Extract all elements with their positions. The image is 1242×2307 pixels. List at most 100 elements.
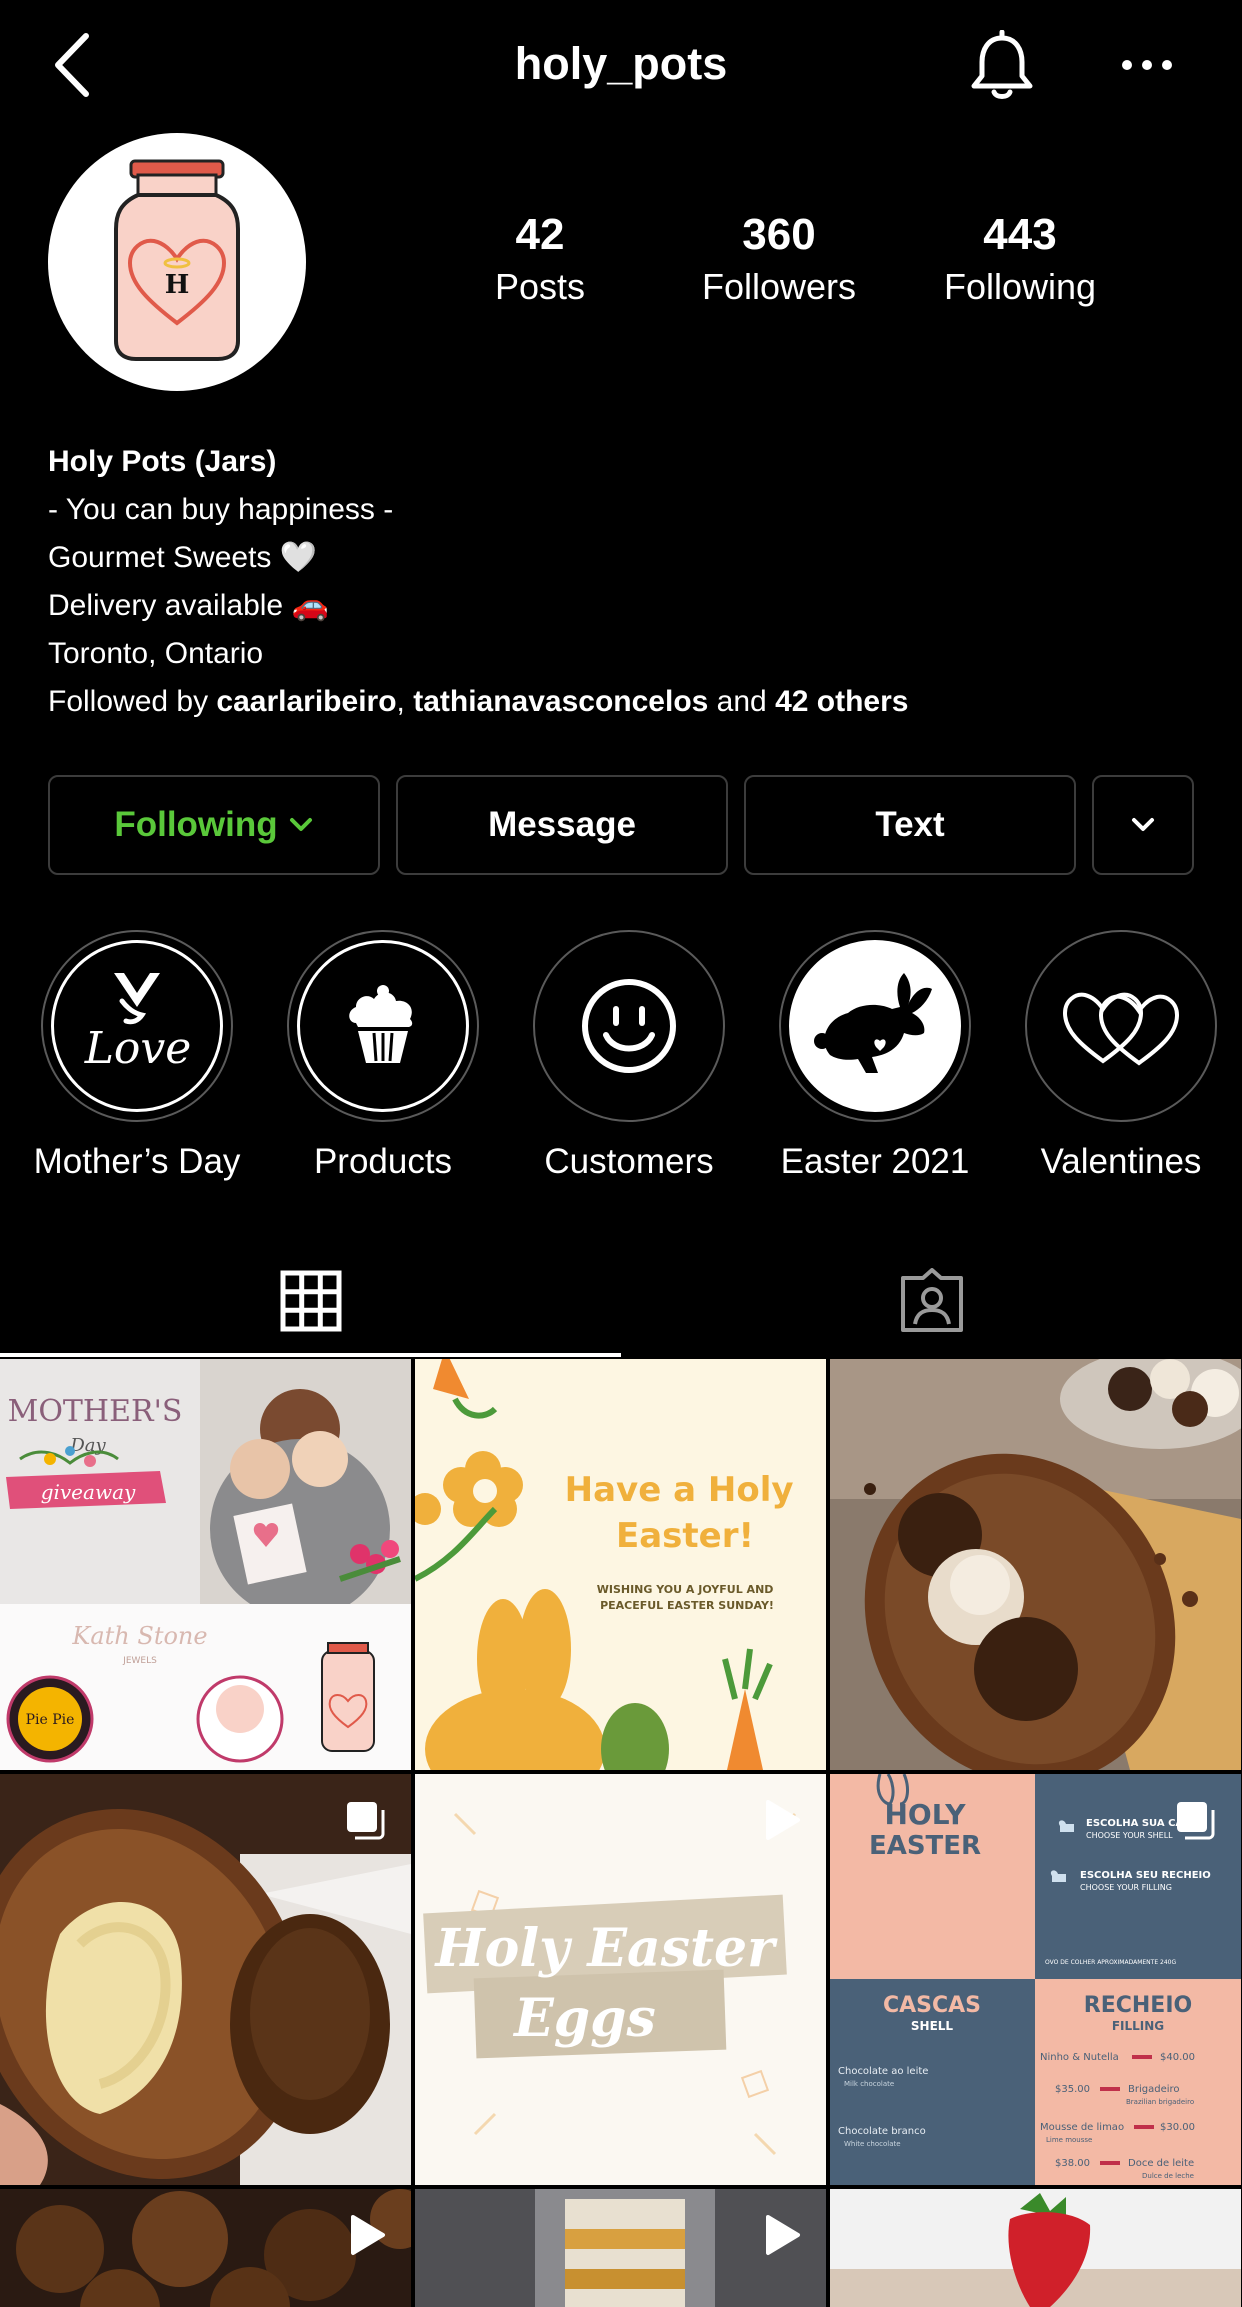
bio-line: Toronto, Ontario — [48, 637, 264, 670]
post-tile[interactable]: Have a Holy Easter! WISHING YOU A JOYFUL… — [415, 1359, 826, 1770]
smiley-icon — [582, 979, 676, 1073]
highlight-customers[interactable]: Customers — [519, 930, 739, 1182]
post-tile[interactable] — [0, 2189, 411, 2307]
tab-grid[interactable] — [0, 1245, 621, 1357]
highlight-valentines[interactable]: Valentines — [1011, 930, 1231, 1182]
highlight-cover — [543, 940, 715, 1112]
top-bar: holy_pots — [0, 0, 1242, 130]
post-tile[interactable] — [830, 2189, 1241, 2307]
svg-text:RECHEIO: RECHEIO — [1084, 1993, 1192, 2018]
svg-text:Holy Easter: Holy Easter — [434, 1918, 779, 1979]
text-button[interactable]: Text — [744, 775, 1076, 875]
stat-followers[interactable]: 360 Followers — [669, 210, 889, 308]
svg-text:H: H — [165, 270, 190, 300]
followers-label: Followers — [701, 266, 857, 307]
cupcake-icon — [349, 985, 413, 1063]
stat-following[interactable]: 443 Following — [910, 210, 1130, 308]
more-options-button[interactable] — [1120, 50, 1174, 80]
highlight-mothers-day[interactable]: Love Mother’s Day — [27, 930, 247, 1182]
follower-link[interactable]: tathianavasconcelos — [413, 685, 708, 718]
chevron-down-icon — [289, 818, 312, 831]
mothers-day-love-icon: Love — [84, 973, 191, 1074]
jar-heart-logo-icon: H — [114, 159, 240, 361]
highlight-ring — [1025, 930, 1217, 1122]
bio-line: - You can buy happiness - — [48, 493, 394, 526]
svg-text:$35.00: $35.00 — [1055, 2084, 1090, 2095]
svg-text:Kath Stone: Kath Stone — [71, 1622, 207, 1650]
svg-text:Eggs: Eggs — [512, 1988, 656, 2049]
posts-label: Posts — [494, 266, 586, 307]
tagged-person-icon — [900, 1268, 963, 1332]
highlight-label: Valentines — [1040, 1142, 1202, 1181]
play-icon — [766, 2215, 800, 2255]
post-holy-easter-greeting: Have a Holy Easter! WISHING YOU A JOYFUL… — [415, 1359, 826, 1770]
post-tile[interactable] — [830, 1359, 1241, 1770]
followed-by-prefix: Followed by — [48, 685, 217, 718]
highlight-products[interactable]: Products — [273, 930, 493, 1182]
post-tile[interactable]: MOTHER'S Day giveaway Kath Stone JEWELS … — [0, 1359, 411, 1770]
svg-text:JEWELS: JEWELS — [122, 1656, 157, 1666]
followers-count: 360 — [742, 210, 816, 259]
following-button-label: Following — [114, 805, 278, 844]
post-tile[interactable]: HOLY EASTER ESCOLHA SUA CASCA CHOOSE YOU… — [830, 1774, 1241, 2185]
active-tab-indicator — [0, 1353, 621, 1357]
profile-avatar[interactable]: H — [48, 133, 306, 391]
highlight-ring — [779, 930, 971, 1122]
post-tile[interactable] — [415, 2189, 826, 2307]
svg-text:Brigadeiro: Brigadeiro — [1128, 2084, 1180, 2095]
play-icon — [766, 1800, 800, 1840]
svg-text:Ninho & Nutella: Ninho & Nutella — [1040, 2052, 1119, 2063]
highlight-cover — [1035, 940, 1207, 1112]
svg-text:OVO DE COLHER APROXIMADAMENTE: OVO DE COLHER APROXIMADAMENTE 240G — [1045, 1959, 1176, 1966]
video-badge — [343, 2213, 387, 2262]
highlight-easter-2021[interactable]: Easter 2021 — [765, 930, 985, 1182]
video-badge — [758, 1798, 802, 1847]
play-icon — [351, 2215, 385, 2255]
bio-line: Delivery available 🚗 — [48, 589, 329, 622]
stat-posts[interactable]: 42 Posts — [430, 210, 650, 308]
svg-text:Dulce de leche: Dulce de leche — [1142, 2172, 1194, 2180]
video-badge — [758, 2213, 802, 2262]
svg-text:Lime mousse: Lime mousse — [1046, 2136, 1092, 2144]
message-button[interactable]: Message — [396, 775, 728, 875]
post-strawberry — [830, 2189, 1241, 2307]
notifications-button[interactable] — [968, 29, 1036, 102]
carousel-badge — [1173, 1798, 1217, 1847]
svg-text:$38.00: $38.00 — [1055, 2158, 1090, 2169]
svg-text:HOLY: HOLY — [885, 1798, 967, 1831]
svg-text:CHOOSE YOUR FILLING: CHOOSE YOUR FILLING — [1080, 1883, 1172, 1892]
svg-text:Brazilian brigadeiro: Brazilian brigadeiro — [1126, 2098, 1194, 2106]
text-button-label: Text — [875, 805, 945, 844]
post-tile[interactable]: Holy Easter Eggs — [415, 1774, 826, 2185]
suggested-dropdown-button[interactable] — [1092, 775, 1194, 875]
follower-link[interactable]: caarlaribeiro — [216, 685, 396, 718]
carousel-icon — [347, 1802, 385, 1840]
page-title: holy_pots — [514, 38, 728, 89]
post-tile[interactable] — [0, 1774, 411, 2185]
tab-tagged[interactable] — [621, 1245, 1242, 1357]
highlight-cover: Love — [51, 940, 223, 1112]
svg-text:Mousse de limao: Mousse de limao — [1040, 2122, 1124, 2133]
following-button[interactable]: Following — [48, 775, 380, 875]
followed-by[interactable]: Followed by caarlaribeiro, tathianavasco… — [48, 678, 1198, 726]
svg-text:EASTER: EASTER — [869, 1831, 981, 1861]
highlight-cover — [789, 940, 961, 1112]
post-mothers-day-giveaway: MOTHER'S Day giveaway Kath Stone JEWELS … — [0, 1359, 411, 1770]
svg-text:$40.00: $40.00 — [1160, 2052, 1195, 2063]
others-link[interactable]: 42 others — [775, 685, 908, 718]
bunny-icon — [814, 973, 932, 1073]
svg-text:Chocolate branco: Chocolate branco — [838, 2126, 926, 2137]
following-count: 443 — [983, 210, 1057, 259]
svg-text:Milk chocolate: Milk chocolate — [844, 2080, 894, 2088]
highlight-ring: Love — [41, 930, 233, 1122]
following-label: Following — [943, 266, 1097, 307]
carousel-icon — [1177, 1802, 1215, 1840]
highlight-ring — [533, 930, 725, 1122]
posts-count: 42 — [515, 210, 565, 259]
grid-icon — [280, 1270, 341, 1332]
carousel-badge — [343, 1798, 387, 1847]
chevron-down-icon — [1132, 818, 1154, 831]
svg-text:MOTHER'S: MOTHER'S — [8, 1394, 183, 1429]
bio-line: Gourmet Sweets 🤍 — [48, 541, 318, 574]
svg-text:$30.00: $30.00 — [1160, 2122, 1195, 2133]
